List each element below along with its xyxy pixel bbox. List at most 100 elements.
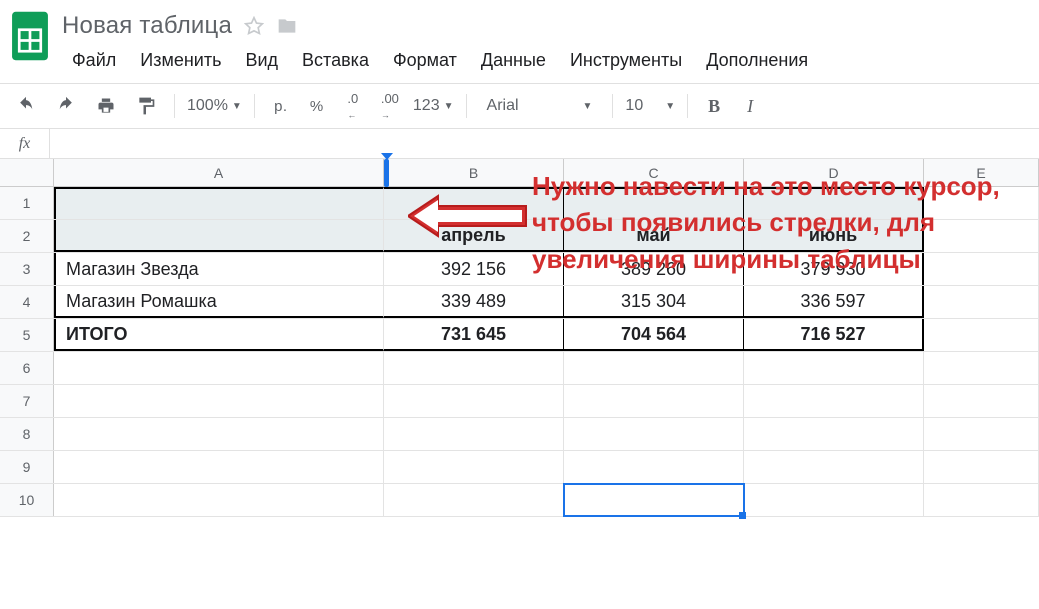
cell-store-name[interactable]: Магазин Звезда [54, 253, 384, 285]
col-header-a[interactable]: A [54, 159, 384, 186]
cell[interactable] [564, 418, 744, 450]
paint-format-button[interactable] [130, 92, 162, 120]
row-header[interactable]: 8 [0, 418, 54, 450]
increase-decimal-button[interactable]: .00→ [375, 92, 405, 120]
col-header-b[interactable]: B [384, 159, 564, 186]
menu-data[interactable]: Данные [471, 44, 556, 77]
cell-value[interactable]: 336 597 [744, 286, 924, 318]
row-header[interactable]: 4 [0, 286, 54, 318]
cell-value[interactable]: 392 156 [384, 253, 564, 285]
undo-button[interactable] [10, 92, 42, 120]
row-header[interactable]: 10 [0, 484, 54, 516]
cell[interactable] [744, 187, 924, 219]
cell[interactable] [924, 286, 1039, 318]
cell[interactable] [54, 352, 384, 384]
cell[interactable] [924, 319, 1039, 351]
menu-tools[interactable]: Инструменты [560, 44, 692, 77]
cell[interactable] [54, 451, 384, 483]
cell-total-label[interactable]: ИТОГО [54, 319, 384, 351]
print-button[interactable] [90, 92, 122, 120]
active-cell[interactable] [564, 484, 744, 516]
col-header-e[interactable]: E [924, 159, 1039, 186]
cell[interactable] [54, 187, 384, 219]
row-header[interactable]: 5 [0, 319, 54, 351]
row-header[interactable]: 3 [0, 253, 54, 285]
row-header[interactable]: 1 [0, 187, 54, 219]
cell[interactable] [384, 385, 564, 417]
cell[interactable] [384, 451, 564, 483]
cell-value[interactable]: 315 304 [564, 286, 744, 318]
cell[interactable] [54, 418, 384, 450]
cell[interactable] [564, 385, 744, 417]
font-size-select[interactable]: 10 ▼ [625, 97, 675, 115]
numfmt-label: 123 [413, 97, 440, 115]
decrease-decimal-button[interactable]: .0← [339, 92, 367, 120]
column-resize-handle[interactable] [384, 159, 389, 187]
cell[interactable] [744, 418, 924, 450]
sheets-logo-icon[interactable] [8, 8, 52, 64]
cell-month-b[interactable]: апрель [384, 220, 564, 252]
row-header[interactable]: 2 [0, 220, 54, 252]
cell[interactable] [564, 451, 744, 483]
select-all-corner[interactable] [0, 159, 54, 186]
bold-button[interactable]: B [700, 92, 728, 120]
cell[interactable] [924, 385, 1039, 417]
cell[interactable] [924, 253, 1039, 285]
cell[interactable] [744, 385, 924, 417]
cell[interactable] [924, 418, 1039, 450]
cell[interactable] [384, 418, 564, 450]
cell[interactable] [744, 451, 924, 483]
cell-value[interactable]: 339 489 [384, 286, 564, 318]
menu-format[interactable]: Формат [383, 44, 467, 77]
menu-file[interactable]: Файл [62, 44, 126, 77]
cell[interactable] [54, 484, 384, 516]
formula-input[interactable] [50, 129, 1039, 158]
currency-button[interactable]: р. [267, 92, 295, 120]
cell-total-value[interactable]: 704 564 [564, 319, 744, 351]
zoom-select[interactable]: 100% ▼ [187, 97, 242, 115]
row-header[interactable]: 7 [0, 385, 54, 417]
col-header-c[interactable]: C [564, 159, 744, 186]
number-format-select[interactable]: 123 ▼ [413, 97, 454, 115]
row-header[interactable]: 6 [0, 352, 54, 384]
folder-icon[interactable] [276, 16, 298, 36]
menu-addons[interactable]: Дополнения [696, 44, 818, 77]
cell[interactable] [384, 484, 564, 516]
cell-value[interactable]: 389 260 [564, 253, 744, 285]
percent-button[interactable]: % [303, 92, 331, 120]
cell[interactable] [564, 352, 744, 384]
toolbar-divider [687, 94, 688, 118]
italic-button[interactable]: I [736, 92, 764, 120]
cell-month-d[interactable]: июнь [744, 220, 924, 252]
document-title[interactable]: Новая таблица [62, 12, 232, 40]
cell[interactable] [924, 187, 1039, 219]
cell[interactable] [744, 352, 924, 384]
cell[interactable] [924, 451, 1039, 483]
row-header[interactable]: 9 [0, 451, 54, 483]
chevron-down-icon: ▼ [444, 101, 454, 112]
cell-total-value[interactable]: 716 527 [744, 319, 924, 351]
toolbar-divider [466, 94, 467, 118]
cell[interactable] [924, 484, 1039, 516]
cell[interactable] [744, 484, 924, 516]
font-name: Arial [487, 97, 577, 115]
cell-store-name[interactable]: Магазин Ромашка [54, 286, 384, 318]
cell-value[interactable]: 379 930 [744, 253, 924, 285]
cell[interactable] [54, 220, 384, 252]
cell[interactable] [384, 187, 564, 219]
cell[interactable] [564, 187, 744, 219]
star-icon[interactable] [244, 16, 264, 36]
cell-total-value[interactable]: 731 645 [384, 319, 564, 351]
menu-view[interactable]: Вид [235, 44, 288, 77]
redo-button[interactable] [50, 92, 82, 120]
col-header-d[interactable]: D [744, 159, 924, 186]
cell[interactable] [384, 352, 564, 384]
grid-row: 4 Магазин Ромашка 339 489 315 304 336 59… [0, 286, 1039, 319]
menu-insert[interactable]: Вставка [292, 44, 379, 77]
cell[interactable] [54, 385, 384, 417]
font-family-select[interactable]: Arial ▼ [479, 97, 601, 115]
cell[interactable] [924, 220, 1039, 252]
menu-edit[interactable]: Изменить [130, 44, 231, 77]
cell-month-c[interactable]: май [564, 220, 744, 252]
cell[interactable] [924, 352, 1039, 384]
